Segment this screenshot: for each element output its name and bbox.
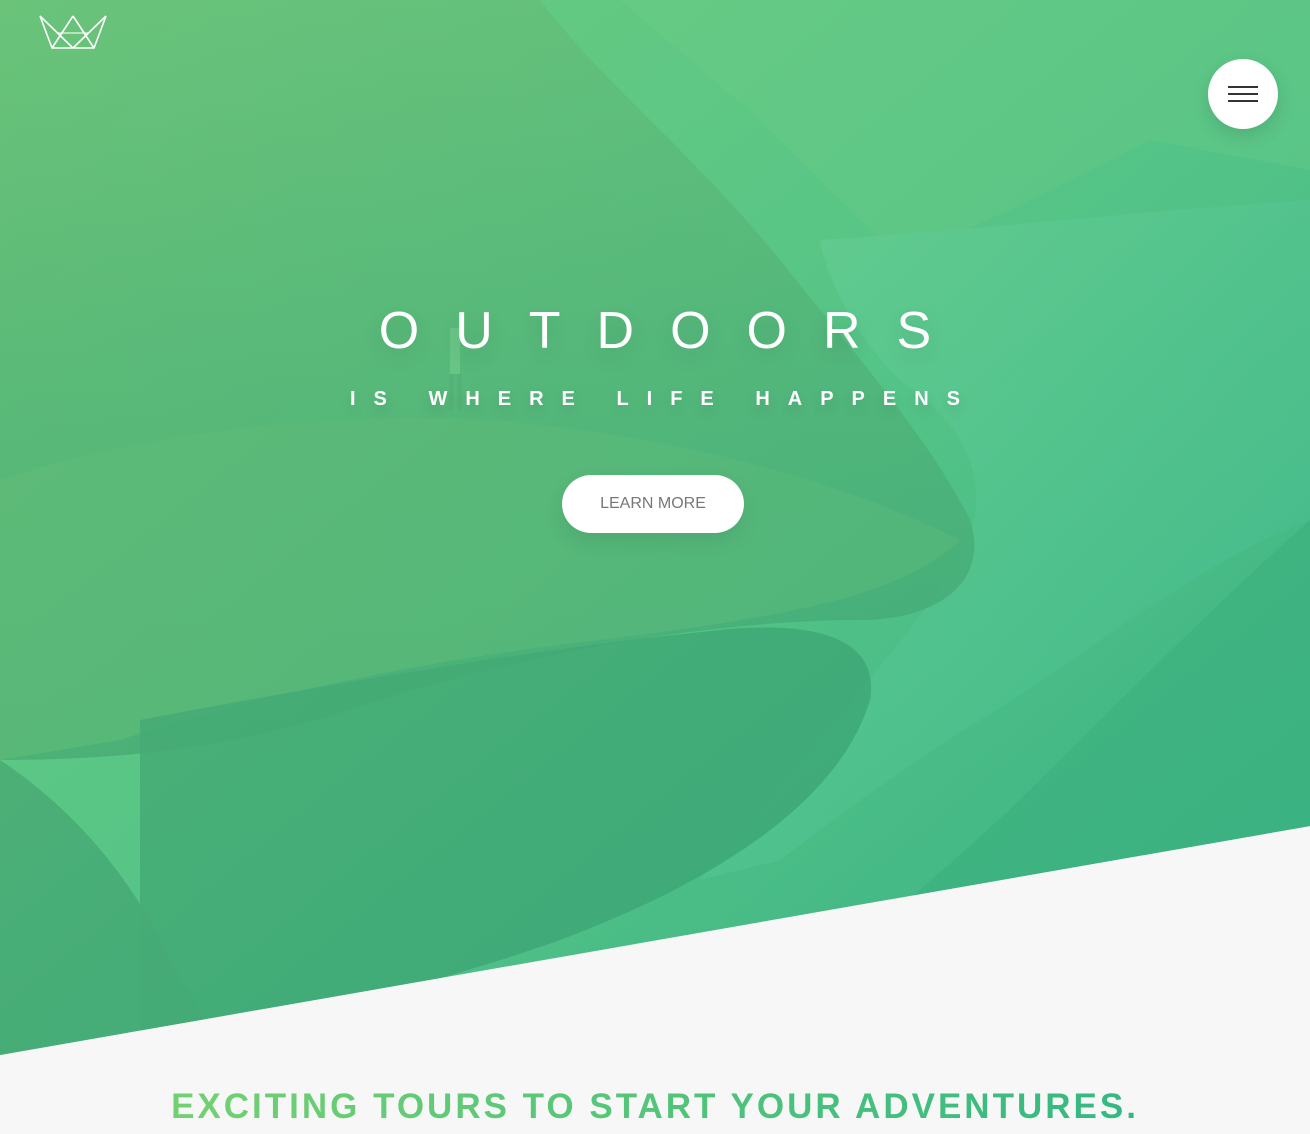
hamburger-menu-icon-middle xyxy=(1228,93,1258,95)
page: OUTDOORS IS WHERE LIFE HAPPENS LEARN MOR… xyxy=(0,0,1310,1134)
learn-more-button[interactable]: LEARN MORE xyxy=(562,475,744,533)
crown-logo-icon[interactable] xyxy=(38,13,108,51)
hamburger-menu-icon-bottom xyxy=(1228,100,1258,102)
hamburger-menu-icon xyxy=(1228,86,1258,88)
hero-subtitle: IS WHERE LIFE HAPPENS xyxy=(349,388,979,410)
hero-title: OUTDOORS xyxy=(378,302,968,360)
hero-header: OUTDOORS IS WHERE LIFE HAPPENS LEARN MOR… xyxy=(0,0,1310,1055)
section-heading: EXCITING TOURS TO START YOUR ADVENTURES. xyxy=(0,1085,1310,1129)
menu-button[interactable] xyxy=(1208,59,1278,129)
